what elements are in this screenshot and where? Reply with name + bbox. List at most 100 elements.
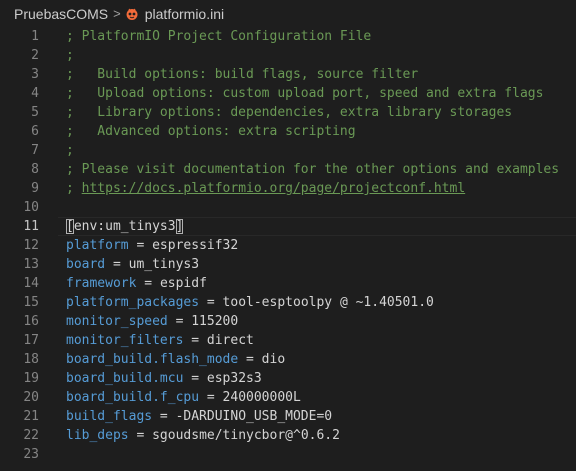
config-key: monitor_filters xyxy=(66,333,184,348)
line-content: ; xyxy=(66,141,74,160)
line-number: 16 xyxy=(23,314,39,329)
code-line[interactable]: 10 xyxy=(0,198,576,217)
code-line[interactable]: 21 build_flags = -DARDUINO_USB_MODE=0 xyxy=(0,407,576,426)
code-editor[interactable]: 1 ; PlatformIO Project Configuration File… xyxy=(0,27,576,464)
code-line[interactable]: 9; https://docs.platformio.org/page/proj… xyxy=(0,179,576,198)
comment-text: ; xyxy=(66,48,74,63)
comment-text: ; Library options: dependencies, extra l… xyxy=(66,105,513,120)
line-number: 6 xyxy=(31,124,39,139)
line-number: 17 xyxy=(23,333,39,348)
code-line[interactable]: 3 ; Build options: build flags, source fi… xyxy=(0,65,576,84)
platformio-alien-icon xyxy=(125,7,139,21)
line-content: platform = espressif32 xyxy=(66,236,238,255)
code-line[interactable]: 13 board = um_tinys3 xyxy=(0,255,576,274)
config-key: build_flags xyxy=(66,409,153,424)
code-line[interactable]: 18 board_build.flash_mode = dio xyxy=(0,350,576,369)
section-name: env:um_tinys3 xyxy=(73,219,176,234)
line-number: 18 xyxy=(23,352,39,367)
code-line[interactable]: 2; xyxy=(0,46,576,65)
line-content: board = um_tinys3 xyxy=(66,255,199,274)
line-number: 8 xyxy=(31,162,39,177)
breadcrumb-file[interactable]: platformio.ini xyxy=(145,6,224,22)
documentation-link[interactable]: https://docs.platformio.org/page/project… xyxy=(82,181,466,196)
equals-sign: = xyxy=(136,276,160,291)
comment-text: ; Build options: build flags, source fil… xyxy=(66,67,419,82)
line-content: ; xyxy=(66,46,74,65)
config-value: espressif32 xyxy=(152,238,239,253)
equals-sign: = xyxy=(152,409,176,424)
config-value: esp32s3 xyxy=(206,371,262,386)
config-key: board_build.flash_mode xyxy=(66,352,239,367)
line-number: 21 xyxy=(23,409,39,424)
equals-sign: = xyxy=(183,371,207,386)
config-value: sgoudsme/tinycbor@^0.6.2 xyxy=(152,428,340,443)
line-content: board_build.f_cpu = 240000000L xyxy=(66,388,301,407)
line-number: 3 xyxy=(31,67,39,82)
code-line[interactable]: 11 [env:um_tinys3] xyxy=(0,217,576,236)
equals-sign: = xyxy=(105,257,129,272)
section-close-bracket: ] xyxy=(175,219,184,234)
config-value: um_tinys3 xyxy=(128,257,200,272)
code-line[interactable]: 20 board_build.f_cpu = 240000000L xyxy=(0,388,576,407)
comment-text: ; Advanced options: extra scripting xyxy=(66,124,356,139)
config-key: platform_packages xyxy=(66,295,200,310)
code-line[interactable]: 5 ; Library options: dependencies, extra … xyxy=(0,103,576,122)
code-line[interactable]: 23 xyxy=(0,445,576,464)
line-number: 7 xyxy=(31,143,39,158)
config-key: lib_deps xyxy=(66,428,129,443)
line-content: [env:um_tinys3] xyxy=(66,217,184,236)
breadcrumb-folder[interactable]: PruebasCOMS xyxy=(14,6,108,22)
line-number: 14 xyxy=(23,276,39,291)
code-line[interactable]: 8 ; Please visit documentation for the ot… xyxy=(0,160,576,179)
config-value: 115200 xyxy=(191,314,239,329)
code-line[interactable]: 14 framework = espidf xyxy=(0,274,576,293)
line-content: board_build.flash_mode = dio xyxy=(66,350,285,369)
line-content: ; Build options: build flags, source fil… xyxy=(66,65,418,84)
line-number: 23 xyxy=(23,447,39,462)
equals-sign: = xyxy=(167,314,192,329)
config-key: board xyxy=(66,257,106,272)
line-content: platform_packages = tool-esptoolpy @ ~1.… xyxy=(66,293,434,312)
equals-sign: = xyxy=(199,295,223,310)
line-number: 22 xyxy=(23,428,39,443)
code-line[interactable]: 1 ; PlatformIO Project Configuration File xyxy=(0,27,576,46)
code-line[interactable]: 15 platform_packages = tool-esptoolpy @ ~… xyxy=(0,293,576,312)
line-number: 2 xyxy=(31,48,39,63)
code-line[interactable]: 22 lib_deps = sgoudsme/tinycbor@^0.6.2 xyxy=(0,426,576,445)
config-key: board_build.mcu xyxy=(66,371,184,386)
line-content: ; Library options: dependencies, extra l… xyxy=(66,103,512,122)
config-value: -DARDUINO_USB_MODE=0 xyxy=(175,409,333,424)
config-key: board_build.f_cpu xyxy=(66,390,200,405)
config-value: 240000000L xyxy=(222,390,301,405)
line-number: 13 xyxy=(23,257,39,272)
line-content: ; Advanced options: extra scripting xyxy=(66,122,356,141)
config-value: tool-esptoolpy @ ~1.40501.0 xyxy=(222,295,434,310)
line-number: 19 xyxy=(23,371,39,386)
line-number: 9 xyxy=(31,181,39,196)
config-key: monitor_speed xyxy=(66,314,168,329)
code-line[interactable]: 4 ; Upload options: custom upload port, s… xyxy=(0,84,576,103)
code-line[interactable]: 19 board_build.mcu = esp32s3 xyxy=(0,369,576,388)
equals-sign: = xyxy=(183,333,207,348)
equals-sign: = xyxy=(199,390,223,405)
line-number: 1 xyxy=(31,29,39,44)
line-content: monitor_speed = 115200 xyxy=(66,312,238,331)
line-content: ; PlatformIO Project Configuration File xyxy=(66,27,371,46)
section-open-bracket: [ xyxy=(66,219,74,234)
line-number: 15 xyxy=(23,295,39,310)
code-line[interactable]: 16 monitor_speed = 115200 xyxy=(0,312,576,331)
code-line[interactable]: 7; xyxy=(0,141,576,160)
code-line[interactable]: 17 monitor_filters = direct xyxy=(0,331,576,350)
line-content: ; https://docs.platformio.org/page/proje… xyxy=(66,179,465,198)
equals-sign: = xyxy=(128,238,153,253)
comment-prefix: ; xyxy=(66,181,82,196)
breadcrumb-separator: > xyxy=(113,6,121,21)
line-content: ; Upload options: custom upload port, sp… xyxy=(66,84,543,103)
config-value: direct xyxy=(206,333,254,348)
line-content: framework = espidf xyxy=(66,274,207,293)
line-number: 4 xyxy=(31,86,39,101)
code-line[interactable]: 6 ; Advanced options: extra scripting xyxy=(0,122,576,141)
line-content: build_flags = -DARDUINO_USB_MODE=0 xyxy=(66,407,332,426)
code-line[interactable]: 12 platform = espressif32 xyxy=(0,236,576,255)
line-number: 11 xyxy=(23,219,39,234)
